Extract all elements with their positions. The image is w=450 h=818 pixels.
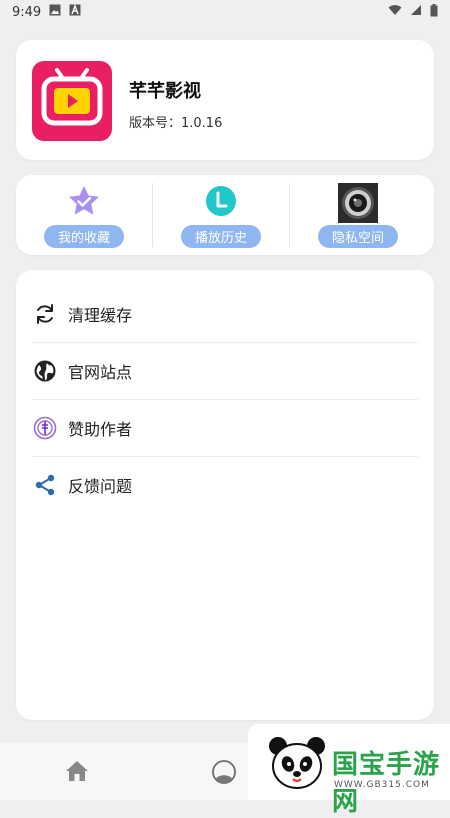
home-icon[interactable] (64, 759, 90, 787)
menu-label: 清理缓存 (68, 306, 133, 325)
status-bar: 9:49 (0, 0, 450, 24)
app-name: 芊芊影视 (129, 81, 201, 102)
quick-private-space-label: 隐私空间 (317, 225, 399, 248)
wifi-icon (388, 4, 402, 20)
camera-lens-icon (338, 183, 378, 227)
status-time: 9:49 (12, 4, 42, 20)
refresh-icon (32, 301, 58, 327)
quick-favorites-label: 我的收藏 (43, 225, 125, 248)
menu-label: 官网站点 (68, 363, 133, 382)
menu-official-site[interactable]: 官网站点 (32, 343, 418, 399)
quick-history[interactable]: 播放历史 (153, 175, 289, 255)
image-icon (49, 4, 61, 20)
menu-feedback[interactable]: 反馈问题 (32, 457, 418, 513)
settings-menu-card: 清理缓存 官网站点 赞助作者 反馈问题 (16, 270, 434, 720)
menu-sponsor-author[interactable]: 赞助作者 (32, 400, 418, 456)
clock-icon (203, 183, 239, 223)
signal-icon (410, 4, 422, 20)
text-a-icon (69, 4, 81, 20)
app-info-card: 芊芊影视 版本号：1.0.16 (16, 40, 434, 160)
battery-icon (430, 3, 438, 21)
menu-clear-cache[interactable]: 清理缓存 (32, 286, 418, 342)
panda-logo (266, 734, 328, 798)
app-logo (32, 61, 112, 141)
watermark: 国宝手游网 WWW.GB315.COM (248, 724, 450, 817)
quick-actions-card: 我的收藏 播放历史 隐私空间 (16, 175, 434, 255)
quick-history-label: 播放历史 (180, 225, 262, 248)
share-icon (32, 472, 58, 498)
watermark-url: WWW.GB315.COM (334, 780, 430, 790)
app-version: 版本号：1.0.16 (129, 116, 223, 131)
tv-play-icon (41, 68, 103, 126)
quick-private-space[interactable]: 隐私空间 (290, 175, 426, 255)
quick-favorites[interactable]: 我的收藏 (16, 175, 152, 255)
globe-icon (32, 358, 58, 384)
profile-icon[interactable] (211, 759, 237, 789)
sponsor-icon (32, 415, 58, 441)
star-check-icon (66, 183, 102, 223)
menu-label: 反馈问题 (68, 477, 133, 496)
menu-label: 赞助作者 (68, 420, 133, 439)
